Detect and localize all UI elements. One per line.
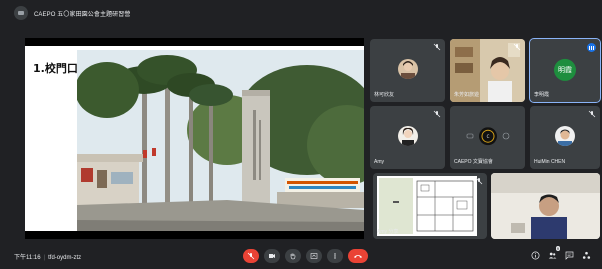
participant-tile[interactable]: HuiMin CHEN bbox=[530, 106, 600, 169]
meet-logo-icon bbox=[14, 6, 28, 20]
avatar bbox=[397, 125, 418, 146]
speaking-indicator-icon bbox=[587, 43, 596, 52]
info-icon bbox=[531, 251, 539, 259]
presentation-stage[interactable]: 1.校門口 bbox=[25, 38, 364, 239]
present-screen-button[interactable] bbox=[306, 249, 322, 263]
people-icon bbox=[548, 252, 556, 258]
activities-icon bbox=[582, 251, 590, 259]
camera-toggle-button[interactable] bbox=[264, 249, 280, 263]
meeting-code: tfd-oydm-ztz bbox=[48, 255, 82, 261]
bottom-bar: 下午11:16 | tfd-oydm-ztz 9 bbox=[0, 243, 602, 269]
meeting-info: 下午11:16 | tfd-oydm-ztz bbox=[14, 252, 81, 261]
mic-off-icon bbox=[475, 177, 483, 185]
mic-off-icon bbox=[513, 43, 521, 51]
slide-title: 1.校門口 bbox=[33, 62, 78, 75]
svg-text:C: C bbox=[486, 134, 489, 139]
participant-tile[interactable]: C CAEPO 文寶協會 bbox=[450, 106, 525, 169]
call-controls bbox=[243, 249, 368, 263]
avatar bbox=[397, 58, 418, 79]
participant-name: Amy bbox=[374, 159, 384, 165]
avatar: 明霞 bbox=[554, 58, 576, 81]
pin-icon[interactable] bbox=[502, 132, 510, 140]
participant-name: 林可欣友 bbox=[374, 92, 395, 98]
mic-off-icon bbox=[588, 110, 596, 118]
activities-button[interactable] bbox=[581, 250, 591, 260]
school-gate-illustration bbox=[77, 50, 364, 231]
mic-off-icon bbox=[433, 43, 441, 51]
mic-toggle-button[interactable] bbox=[243, 249, 259, 263]
separator: | bbox=[43, 255, 46, 261]
meeting-details-button[interactable] bbox=[530, 250, 540, 260]
side-panel-controls: 9 bbox=[530, 246, 591, 260]
participant-tile-speaking[interactable]: 明霞 李明霞 bbox=[529, 38, 601, 103]
chat-icon bbox=[565, 251, 573, 260]
hand-icon bbox=[290, 253, 296, 260]
more-options-button[interactable] bbox=[327, 249, 343, 263]
participant-name: CAEPO 文寶協會 bbox=[454, 159, 493, 165]
leave-call-button[interactable] bbox=[348, 249, 368, 263]
participant-tile[interactable]: Amy bbox=[370, 106, 445, 169]
camera-icon bbox=[269, 254, 275, 258]
participant-name: 李明霞 bbox=[534, 92, 550, 98]
shared-slide: 1.校門口 bbox=[25, 46, 364, 231]
people-button[interactable]: 9 bbox=[547, 246, 560, 260]
meeting-title: CAEPO 五〇家田園公會主題研習營 bbox=[34, 11, 131, 18]
more-vert-icon bbox=[334, 253, 336, 259]
chat-button[interactable] bbox=[564, 250, 574, 260]
mic-off-icon bbox=[247, 252, 255, 260]
participant-tile[interactable]: 朱芳如旅遊 bbox=[450, 39, 525, 102]
mic-off-icon bbox=[433, 110, 441, 118]
hang-up-icon bbox=[354, 255, 362, 258]
people-count-badge: 9 bbox=[555, 246, 560, 251]
participant-tile-presentation[interactable]: Amy 分享 bbox=[373, 173, 487, 239]
meet-window: CAEPO 五〇家田園公會主題研習營 1.校門口 林可欣友 朱芳如旅遊 明霞 李… bbox=[0, 0, 602, 269]
top-bar: CAEPO 五〇家田園公會主題研習營 bbox=[0, 0, 602, 26]
participant-name: 朱芳如旅遊 bbox=[454, 92, 480, 98]
participant-video bbox=[491, 173, 600, 239]
participant-name: HuiMin CHEN bbox=[534, 159, 566, 165]
avatar: C bbox=[478, 126, 497, 145]
present-icon bbox=[310, 253, 318, 259]
meeting-time: 下午11:16 bbox=[14, 255, 41, 261]
participant-tile[interactable] bbox=[491, 173, 600, 239]
school-gate-photo bbox=[77, 50, 364, 231]
raise-hand-button[interactable] bbox=[285, 249, 301, 263]
more-options-icon[interactable] bbox=[466, 132, 474, 140]
avatar bbox=[555, 125, 575, 146]
participant-name: Amy 分享 bbox=[377, 229, 399, 235]
participant-tile[interactable]: 林可欣友 bbox=[370, 39, 445, 102]
